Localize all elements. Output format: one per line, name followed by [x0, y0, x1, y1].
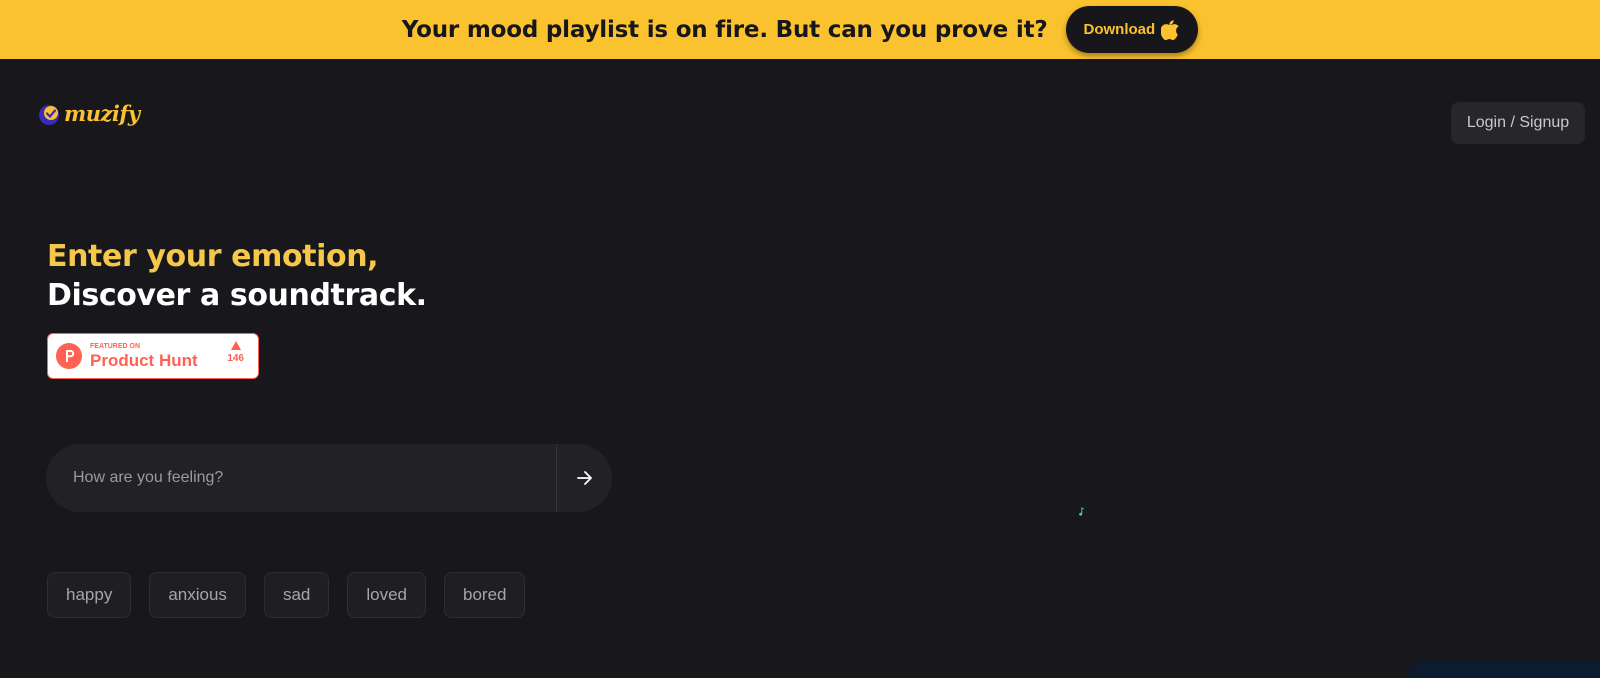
mood-suggestions: happy anxious sad loved bored — [47, 572, 526, 618]
mood-chip-anxious[interactable]: anxious — [149, 572, 246, 618]
promo-banner: Your mood playlist is on fire. But can y… — [0, 0, 1600, 59]
product-hunt-logo-icon — [56, 343, 82, 369]
login-signup-button[interactable]: Login / Signup — [1451, 102, 1585, 144]
mood-chip-happy[interactable]: happy — [47, 572, 132, 618]
logo-text: muzify — [64, 101, 140, 126]
submit-button[interactable] — [557, 444, 612, 512]
download-button[interactable]: Download — [1065, 6, 1199, 53]
mood-chip-loved[interactable]: loved — [347, 572, 426, 618]
mood-chip-bored[interactable]: bored — [444, 572, 526, 618]
floating-widget[interactable] — [1410, 659, 1600, 678]
upvote-triangle-icon — [230, 341, 241, 350]
mood-chip-sad[interactable]: sad — [263, 572, 330, 618]
ph-featured-label: FEATURED ON — [90, 343, 141, 350]
apple-icon — [1161, 19, 1179, 40]
product-hunt-badge[interactable]: FEATURED ON Product Hunt 146 — [47, 333, 259, 379]
banner-text: Your mood playlist is on fire. But can y… — [401, 16, 1048, 43]
download-label: Download — [1083, 21, 1156, 38]
hero-line-2: Discover a soundtrack. — [47, 278, 427, 313]
product-hunt-texts: FEATURED ON Product Hunt — [90, 342, 198, 370]
ph-name: Product Hunt — [90, 351, 198, 370]
ph-vote-count: 146 — [227, 353, 244, 364]
mood-search-bar — [46, 444, 612, 512]
ph-votes: 146 — [227, 341, 244, 364]
mood-input[interactable] — [46, 444, 556, 512]
arrow-right-icon — [576, 470, 594, 486]
music-note-icon — [1079, 507, 1084, 516]
hero-heading: Enter your emotion, Discover a soundtrac… — [47, 237, 427, 315]
muzify-logo-icon — [38, 102, 62, 126]
muzify-logo[interactable]: muzify — [38, 101, 140, 126]
hero-line-1: Enter your emotion, — [47, 239, 379, 274]
